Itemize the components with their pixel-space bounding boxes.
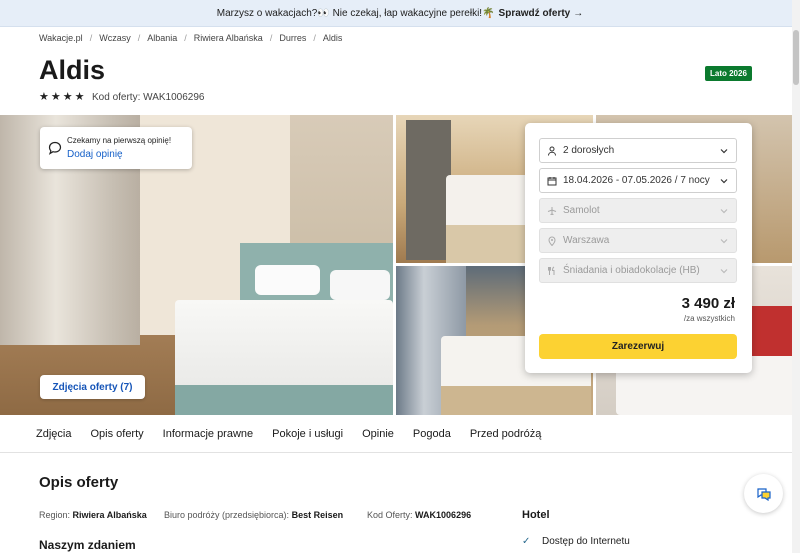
breadcrumb-item[interactable]: Wczasy xyxy=(99,33,131,43)
season-badge: Lato 2026 xyxy=(705,66,752,81)
page-title: Aldis xyxy=(39,55,106,85)
price-value: 3 490 zł xyxy=(681,295,735,312)
review-placeholder-text: Czekamy na pierwszą opinię! xyxy=(67,136,172,145)
price-note: /za wszystkich xyxy=(683,314,735,323)
breadcrumb-item[interactable]: Durres xyxy=(279,33,306,43)
tab-photos[interactable]: Zdjęcia xyxy=(36,428,71,440)
reserve-button[interactable]: Zarezerwuj xyxy=(539,334,737,359)
booking-panel: 2 dorosłych 18.04.2026 - 07.05.2026 / 7 … xyxy=(525,123,752,373)
offer-code: Kod oferty: WAK1006296 xyxy=(92,92,205,103)
breadcrumb-item[interactable]: Riwiera Albańska xyxy=(194,33,263,43)
chevron-down-icon xyxy=(720,208,728,213)
agency-label: Biuro podróży (przedsiębiorca): xyxy=(164,510,290,520)
region-label: Region: xyxy=(39,510,71,520)
offer-photos-button[interactable]: Zdjęcia oferty (7) xyxy=(40,375,145,399)
star-icon: ★ xyxy=(74,91,85,103)
section-tabs: Zdjęcia Opis oferty Informacje prawne Po… xyxy=(0,415,800,453)
code-value: WAK1006296 xyxy=(415,510,472,520)
chat-bubble-icon xyxy=(48,141,62,155)
person-icon xyxy=(546,145,557,156)
chevron-down-icon xyxy=(720,178,728,183)
breadcrumb-item[interactable]: Albania xyxy=(147,33,177,43)
promo-banner[interactable]: Marzysz o wakacjach?👀 Nie czekaj, łap wa… xyxy=(0,0,800,27)
departure-value: Warszawa xyxy=(563,235,610,246)
hotel-features-title: Hotel xyxy=(522,509,550,521)
code-info: Kod Oferty: WAK1006296 xyxy=(367,510,471,520)
breadcrumb-item[interactable]: Wakacje.pl xyxy=(39,33,83,43)
dates-value: 18.04.2026 - 07.05.2026 / 7 nocy xyxy=(563,175,710,186)
region-value: Riwiera Albańska xyxy=(72,510,147,520)
star-icon: ★ xyxy=(39,91,49,103)
chat-icon xyxy=(756,487,771,501)
feature-label: Dostęp do Internetu xyxy=(542,536,630,547)
dates-select[interactable]: 18.04.2026 - 07.05.2026 / 7 nocy xyxy=(539,168,737,193)
feature-item: ✓ Dostęp do Internetu xyxy=(522,536,630,547)
transport-value: Samolot xyxy=(563,205,600,216)
breadcrumb-separator: / xyxy=(184,33,187,43)
star-rating: ★ ★ ★ ★ xyxy=(39,92,85,103)
board-select[interactable]: Śniadania i obiadokolacje (HB) xyxy=(539,258,737,283)
breadcrumb-separator: / xyxy=(89,33,93,43)
chat-button[interactable] xyxy=(744,474,783,513)
agency-value: Best Reisen xyxy=(291,510,344,520)
breadcrumb-separator: / xyxy=(137,33,141,43)
promo-link[interactable]: Sprawdź oferty xyxy=(499,8,571,19)
chevron-down-icon xyxy=(720,268,728,273)
departure-select[interactable]: Warszawa xyxy=(539,228,737,253)
breadcrumb-item-current: Aldis xyxy=(322,33,343,43)
transport-select[interactable]: Samolot xyxy=(539,198,737,223)
star-icon: ★ xyxy=(62,91,73,103)
add-review-link[interactable]: Dodaj opinię xyxy=(67,149,123,160)
promo-text: Marzysz o wakacjach?👀 Nie czekaj, łap wa… xyxy=(216,7,495,19)
scrollbar-thumb[interactable] xyxy=(793,30,799,85)
region-info: Region: Riwiera Albańska xyxy=(39,510,147,520)
tab-reviews[interactable]: Opinie xyxy=(362,428,394,440)
chevron-down-icon xyxy=(720,148,728,153)
cutlery-icon xyxy=(546,265,557,276)
opinion-heading: Naszym zdaniem xyxy=(39,538,136,552)
tab-legal[interactable]: Informacje prawne xyxy=(163,428,254,440)
check-icon: ✓ xyxy=(522,536,531,547)
guests-value: 2 dorosłych xyxy=(563,145,615,156)
section-title: Opis oferty xyxy=(39,474,119,491)
star-icon: ★ xyxy=(50,91,61,103)
tab-rooms[interactable]: Pokoje i usługi xyxy=(272,428,343,440)
arrow-right-icon: → xyxy=(573,7,584,19)
plane-icon xyxy=(546,205,557,216)
breadcrumb-separator: / xyxy=(313,33,316,43)
guests-select[interactable]: 2 dorosłych xyxy=(539,138,737,163)
calendar-icon xyxy=(546,175,557,186)
tab-weather[interactable]: Pogoda xyxy=(413,428,451,440)
location-pin-icon xyxy=(546,235,557,246)
tab-before-travel[interactable]: Przed podróżą xyxy=(470,428,542,440)
code-label: Kod Oferty: xyxy=(367,510,413,520)
chevron-down-icon xyxy=(720,238,728,243)
review-card: Czekamy na pierwszą opinię! Dodaj opinię xyxy=(40,127,192,169)
breadcrumb-separator: / xyxy=(269,33,273,43)
board-value: Śniadania i obiadokolacje (HB) xyxy=(563,265,700,276)
breadcrumb: Wakacje.pl / Wczasy / Albania / Riwiera Alb… xyxy=(39,33,342,43)
tab-description[interactable]: Opis oferty xyxy=(90,428,143,440)
scrollbar[interactable] xyxy=(792,0,800,553)
agency-info: Biuro podróży (przedsiębiorca): Best Rei… xyxy=(164,510,343,520)
